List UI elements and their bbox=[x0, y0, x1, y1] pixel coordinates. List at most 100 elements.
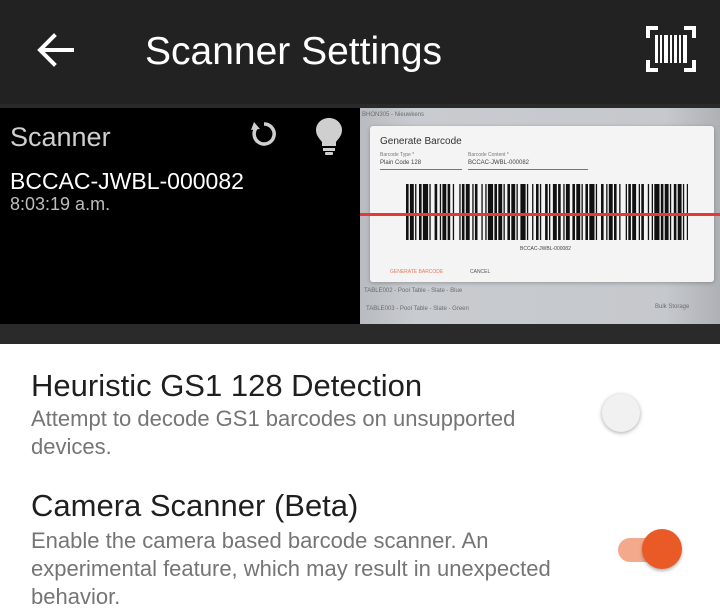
camera-preview: BHON305 - Nieuwkens TABLE002 - Pool Tabl… bbox=[360, 108, 720, 324]
lightbulb-icon[interactable] bbox=[314, 116, 344, 156]
barcode-text: BCCAC-JWBL-000082 bbox=[520, 246, 571, 252]
barcode-bar bbox=[465, 184, 470, 240]
barcode-bar bbox=[511, 184, 516, 240]
barcode-bar bbox=[545, 184, 548, 240]
barcode-bar bbox=[660, 184, 664, 240]
camera-bg-row: Bulk Storage bbox=[655, 304, 690, 310]
barcode-bar bbox=[606, 184, 608, 240]
app-bar: Scanner Settings bbox=[0, 0, 720, 104]
barcode-bar bbox=[474, 184, 478, 240]
setting-description: Enable the camera based barcode scanner.… bbox=[31, 528, 551, 609]
barcode-content-label: Barcode Content * bbox=[468, 152, 509, 158]
barcode-bar bbox=[664, 184, 669, 240]
scanner-label: Scanner bbox=[10, 122, 111, 152]
barcode-bar bbox=[439, 184, 442, 240]
barcode-bar bbox=[503, 184, 505, 240]
barcode-bar bbox=[647, 184, 650, 240]
scan-line bbox=[360, 213, 720, 216]
barcode-bar bbox=[682, 184, 685, 240]
setting-heuristic-gs1[interactable]: Heuristic GS1 128 Detection Attempt to d… bbox=[0, 344, 720, 476]
barcode-bar bbox=[589, 184, 595, 240]
scanner-panel: Scanner BCCAC-JWBL-000082 8:03:19 a.m. bbox=[0, 108, 360, 324]
barcode-bar bbox=[487, 184, 494, 240]
barcode-bar bbox=[459, 184, 461, 240]
barcode-bar bbox=[406, 184, 409, 240]
setting-title: Camera Scanner (Beta) bbox=[31, 488, 359, 523]
barcode-bar bbox=[520, 184, 526, 240]
barcode-bar bbox=[625, 184, 627, 240]
barcode-bar bbox=[632, 184, 637, 240]
camera-bg-row: BHON305 - Nieuwkens bbox=[362, 112, 425, 118]
barcode-bar bbox=[601, 184, 604, 240]
toggle-knob bbox=[642, 529, 682, 569]
barcode-bar bbox=[585, 184, 588, 240]
barcode-bar bbox=[654, 184, 660, 240]
barcode-bar bbox=[409, 184, 414, 240]
barcode-bar bbox=[669, 184, 672, 240]
barcode-bar bbox=[419, 184, 422, 240]
barcode-bar bbox=[498, 184, 503, 240]
camera-bg-row: TABLE003 - Pool Table - Slate - Green bbox=[366, 306, 469, 312]
arrow-back-icon[interactable] bbox=[34, 28, 78, 72]
barcode-bar bbox=[572, 184, 575, 240]
divider bbox=[0, 324, 720, 344]
barcode-bar bbox=[429, 184, 431, 240]
scanned-code: BCCAC-JWBL-000082 bbox=[10, 168, 244, 194]
barcode-bar bbox=[516, 184, 518, 240]
setting-description: Attempt to decode GS1 barcodes on unsupp… bbox=[31, 406, 516, 459]
barcode-bar bbox=[526, 184, 529, 240]
barcode-bar bbox=[558, 184, 561, 240]
setting-camera-scanner[interactable]: Camera Scanner (Beta) Enable the camera … bbox=[0, 476, 720, 613]
barcode-bar bbox=[536, 184, 539, 240]
barcode-bar bbox=[485, 184, 487, 240]
cancel-button: CANCEL bbox=[470, 269, 491, 275]
barcode-type-label: Barcode Type * bbox=[380, 152, 415, 158]
barcode-bar bbox=[677, 184, 682, 240]
barcode-bar bbox=[651, 184, 653, 240]
barcode-bar bbox=[422, 184, 429, 240]
barcode-bar bbox=[472, 184, 474, 240]
barcode-type-value: Plain Code 128 bbox=[380, 160, 422, 166]
barcode-bar bbox=[494, 184, 497, 240]
barcode-bar bbox=[595, 184, 598, 240]
page-title: Scanner Settings bbox=[145, 30, 443, 73]
barcode-bar bbox=[434, 184, 438, 240]
barcode-bar bbox=[447, 184, 451, 240]
toggle-knob bbox=[602, 394, 640, 432]
barcode-bar bbox=[686, 184, 688, 240]
barcode-bar bbox=[507, 184, 510, 240]
barcode-bar bbox=[641, 184, 644, 240]
setting-title: Heuristic GS1 128 Detection bbox=[31, 368, 423, 403]
generate-barcode-button: GENERATE BARCODE bbox=[390, 269, 444, 275]
scanner-area: Scanner BCCAC-JWBL-000082 8:03:19 a.m. B… bbox=[0, 108, 720, 324]
barcode-bar bbox=[549, 184, 551, 240]
toggle-switch[interactable] bbox=[618, 529, 686, 571]
barcode-bar bbox=[628, 184, 631, 240]
barcode-bar bbox=[442, 184, 447, 240]
toggle-switch[interactable] bbox=[602, 394, 666, 432]
barcode-bar bbox=[581, 184, 583, 240]
barcode-bar bbox=[673, 184, 677, 240]
barcode-content-value: BCCAC-JWBL-000082 bbox=[468, 160, 530, 166]
barcode-bar bbox=[552, 184, 557, 240]
barcode-bar bbox=[608, 184, 613, 240]
barcode-bar bbox=[481, 184, 483, 240]
field-underline bbox=[380, 169, 462, 170]
dialog-title: Generate Barcode bbox=[380, 136, 462, 147]
barcode-image bbox=[406, 184, 688, 240]
barcode-bar bbox=[532, 184, 534, 240]
camera-bg-row: TABLE002 - Pool Table - Slate - Blue bbox=[364, 288, 463, 294]
generate-barcode-dialog: Generate Barcode Barcode Type * Plain Co… bbox=[370, 126, 714, 282]
barcode-bar bbox=[563, 184, 565, 240]
barcode-bar bbox=[461, 184, 465, 240]
barcode-bar bbox=[565, 184, 570, 240]
barcode-scan-icon[interactable] bbox=[646, 26, 696, 72]
barcode-bar bbox=[452, 184, 455, 240]
barcode-bar bbox=[415, 184, 417, 240]
barcode-bar bbox=[614, 184, 617, 240]
reset-icon[interactable] bbox=[248, 118, 280, 150]
scan-time: 8:03:19 a.m. bbox=[10, 194, 111, 214]
field-underline bbox=[468, 169, 588, 170]
barcode-bar bbox=[619, 184, 621, 240]
barcode-bar bbox=[539, 184, 542, 240]
